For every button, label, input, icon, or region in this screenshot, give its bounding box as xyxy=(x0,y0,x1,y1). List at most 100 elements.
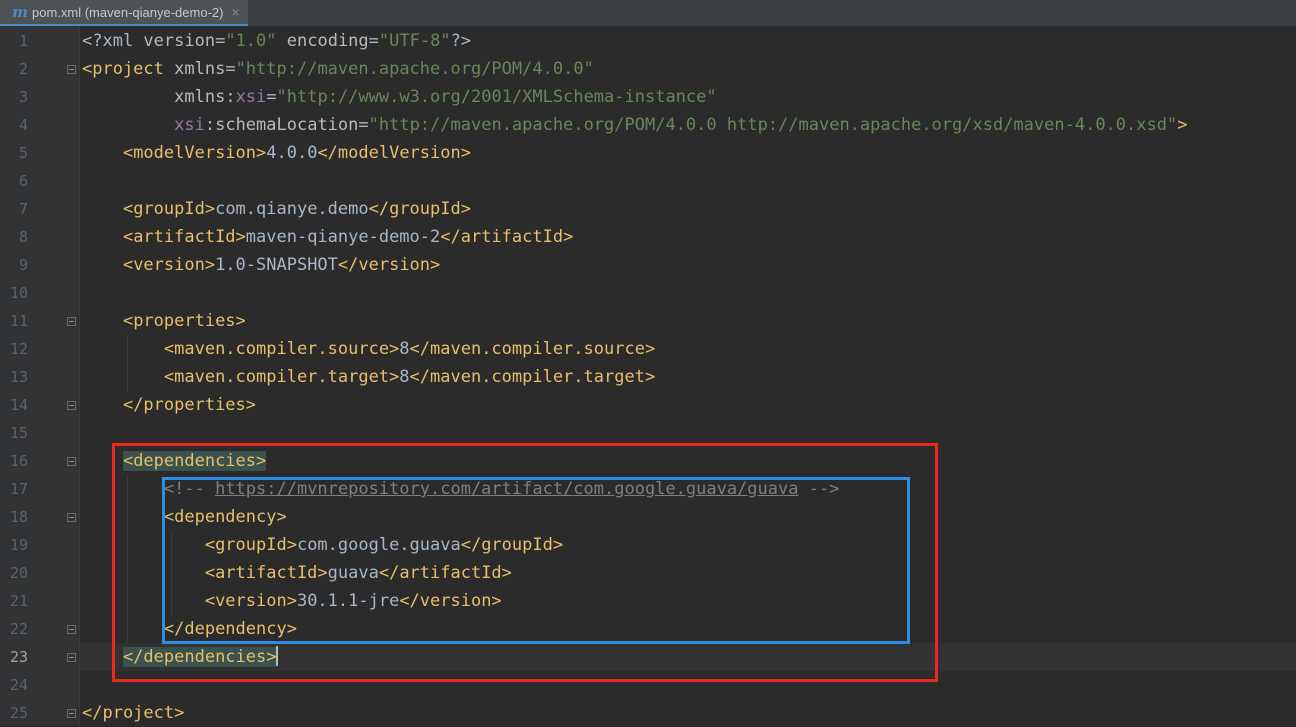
close-icon[interactable]: × xyxy=(231,5,239,19)
code-token: 30.1.1-jre xyxy=(296,591,400,611)
comment-link[interactable]: https://mvnrepository.com/artifact/com.g… xyxy=(215,479,798,499)
code-token: "http://maven.apache.org/POM/4.0.0 http:… xyxy=(368,115,1178,135)
code-token: </maven.compiler.source> xyxy=(409,339,656,359)
code-token: schemaLocation xyxy=(215,115,359,135)
code-line[interactable]: <!-- https://mvnrepository.com/artifact/… xyxy=(82,475,840,503)
code-token: : xyxy=(225,87,236,107)
code-line[interactable]: <maven.compiler.target>8</maven.compiler… xyxy=(82,363,655,391)
code-token: <?xml xyxy=(82,31,144,51)
code-token: <dependencies> xyxy=(122,451,267,471)
code-line[interactable]: <dependency> xyxy=(82,503,287,531)
fold-collapse-icon[interactable] xyxy=(67,457,76,466)
code-token: "UTF-8" xyxy=(378,31,451,51)
code-token: 8 xyxy=(399,367,410,387)
code-token: xsi xyxy=(174,115,205,135)
line-number: 23 xyxy=(9,648,28,666)
code-token: </modelVersion> xyxy=(317,143,471,163)
code-token: > xyxy=(1177,115,1188,135)
code-token: xmlns xyxy=(174,59,226,79)
code-line[interactable]: xmlns:xsi="http://www.w3.org/2001/XMLSch… xyxy=(82,83,717,111)
line-number: 19 xyxy=(9,536,28,554)
code-token: <version> xyxy=(204,591,297,611)
fold-collapse-icon[interactable] xyxy=(67,513,76,522)
code-line[interactable]: <groupId>com.google.guava</groupId> xyxy=(82,531,563,559)
tab-title: pom.xml (maven-qianye-demo-2) xyxy=(32,4,224,20)
code-line[interactable]: xsi:schemaLocation="http://maven.apache.… xyxy=(82,111,1187,139)
code-line[interactable]: <groupId>com.qianye.demo</groupId> xyxy=(82,195,471,223)
tab-pom-xml[interactable]: m pom.xml (maven-qianye-demo-2) × xyxy=(0,0,248,26)
code-line[interactable]: </project> xyxy=(82,699,184,727)
code-line[interactable]: </dependency> xyxy=(82,615,297,643)
fold-end-icon[interactable] xyxy=(67,401,76,410)
code-token: </groupId> xyxy=(368,199,471,219)
line-number: 18 xyxy=(9,508,28,526)
code-line[interactable]: <?xml version="1.0" encoding="UTF-8"?> xyxy=(82,27,471,55)
line-number: 22 xyxy=(9,620,28,638)
code-token: xmlns xyxy=(174,87,226,107)
code-line[interactable]: <artifactId>maven-qianye-demo-2</artifac… xyxy=(82,223,573,251)
line-number: 1 xyxy=(18,32,28,50)
line-number: 6 xyxy=(18,172,28,190)
line-number: 4 xyxy=(18,116,28,134)
code-editor[interactable]: <?xml version="1.0" encoding="UTF-8"?> <p… xyxy=(80,27,1296,725)
code-token: <maven.compiler.target> xyxy=(163,367,400,387)
line-number: 11 xyxy=(9,312,28,330)
line-number: 7 xyxy=(18,200,28,218)
code-line[interactable]: <artifactId>guava</artifactId> xyxy=(82,559,512,587)
maven-m-icon: m xyxy=(12,3,28,21)
fold-end-icon[interactable] xyxy=(67,709,76,718)
code-token: <maven.compiler.source> xyxy=(163,339,400,359)
code-token: </dependencies> xyxy=(122,647,277,667)
code-token: </dependency> xyxy=(163,619,297,639)
code-token: = xyxy=(368,31,379,51)
line-number: 21 xyxy=(9,592,28,610)
code-token: </groupId> xyxy=(460,535,564,555)
code-token: 4.0.0 xyxy=(266,143,318,163)
code-line[interactable]: <modelVersion>4.0.0</modelVersion> xyxy=(82,139,471,167)
line-number: 12 xyxy=(9,340,28,358)
line-number-gutter: 1 2 3 4 5 6 7 8 9 10 11 12 13 14 15 16 17 18 19 20 21 22 23 24 2… xyxy=(0,27,80,725)
line-number: 13 xyxy=(9,368,28,386)
fold-collapse-icon[interactable] xyxy=(67,65,76,74)
fold-collapse-icon[interactable] xyxy=(67,317,76,326)
code-token: = xyxy=(225,59,236,79)
code-token: </version> xyxy=(337,255,441,275)
code-line[interactable]: <version>30.1.1-jre</version> xyxy=(82,587,502,615)
code-token: encoding xyxy=(286,31,369,51)
code-token: </artifactId> xyxy=(378,563,512,583)
code-token: <artifactId> xyxy=(122,227,246,247)
code-line[interactable]: </properties> xyxy=(82,391,256,419)
fold-end-icon[interactable] xyxy=(67,625,76,634)
code-token: ?> xyxy=(450,31,472,51)
code-token: = xyxy=(358,115,369,135)
code-token: </artifactId> xyxy=(440,227,574,247)
line-number: 9 xyxy=(18,256,28,274)
line-number: 24 xyxy=(9,676,28,694)
code-token: guava xyxy=(327,563,379,583)
code-token: <properties> xyxy=(122,311,246,331)
code-token: "http://maven.apache.org/POM/4.0.0" xyxy=(235,59,594,79)
code-line[interactable]: <properties> xyxy=(82,307,246,335)
code-token: = xyxy=(266,87,277,107)
code-line[interactable]: <project xmlns="http://maven.apache.org/… xyxy=(82,55,594,83)
code-token: </version> xyxy=(399,591,502,611)
code-line[interactable]: <maven.compiler.source>8</maven.compiler… xyxy=(82,335,655,363)
line-number: 2 xyxy=(18,60,28,78)
code-line[interactable]: <dependencies> xyxy=(82,447,267,475)
line-number: 5 xyxy=(18,144,28,162)
fold-end-icon[interactable] xyxy=(67,653,76,662)
code-line[interactable]: <version>1.0-SNAPSHOT</version> xyxy=(82,251,440,279)
code-token: version xyxy=(143,31,216,51)
code-token: : xyxy=(204,115,216,135)
code-line[interactable]: </dependencies> xyxy=(82,643,279,671)
